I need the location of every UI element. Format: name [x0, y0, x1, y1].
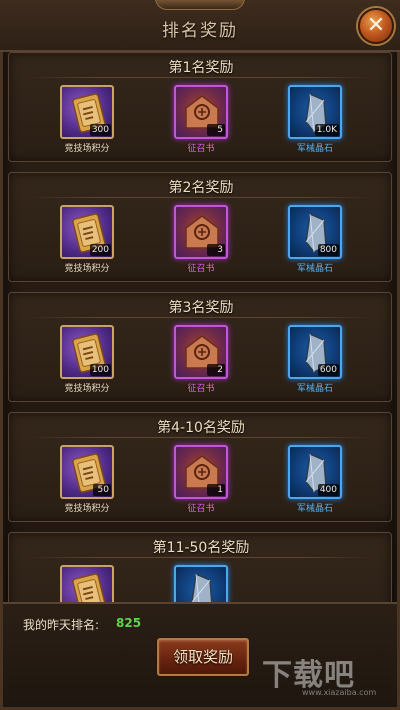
reward-item-slot: 600 — [288, 325, 342, 379]
section-divider — [29, 317, 373, 318]
rank-label: 我的昨天排名: — [23, 618, 100, 632]
section-divider — [29, 437, 373, 438]
reward-item-label: 征召书 — [187, 144, 215, 154]
section-title: 第3名奖励 — [168, 300, 234, 316]
reward-item[interactable]: 200 竞技场积分 — [42, 205, 132, 275]
reward-quantity: 3 — [207, 244, 225, 256]
reward-section: 第4-10名奖励 50 竞技场积分 1 征召书 400 军械晶石 — [8, 412, 392, 522]
reward-quantity: 2 — [207, 364, 225, 376]
reward-item[interactable]: 50 竞技场积分 — [42, 445, 132, 515]
reward-item[interactable]: 800 军械晶石 — [270, 205, 360, 275]
reward-item-slot: 1 — [174, 445, 228, 499]
reward-item-label: 征召书 — [187, 504, 215, 514]
section-divider — [29, 557, 373, 558]
reward-item-slot: 1.0K — [288, 85, 342, 139]
reward-item[interactable]: 1 征召书 — [156, 445, 246, 515]
reward-item[interactable]: 600 军械晶石 — [270, 325, 360, 395]
reward-item[interactable] — [156, 565, 246, 602]
reward-item-slot: 5 — [174, 85, 228, 139]
reward-quantity: 1 — [207, 484, 225, 496]
reward-quantity: 200 — [89, 244, 111, 256]
reward-item-label: 军械晶石 — [296, 384, 333, 394]
reward-item[interactable] — [42, 565, 132, 602]
reward-item-slot: 3 — [174, 205, 228, 259]
dialog-header: 排名奖励 — [0, 0, 400, 52]
reward-section: 第3名奖励 100 竞技场积分 2 征召书 600 军械晶石 — [8, 292, 392, 402]
reward-quantity: 5 — [207, 124, 225, 136]
reward-item-label: 军械晶石 — [296, 504, 333, 514]
dialog-title: 排名奖励 — [162, 21, 238, 41]
reward-item[interactable]: 5 征召书 — [156, 85, 246, 155]
watermark-url: www.xiazaiba.com — [302, 688, 377, 697]
reward-item-label: 竞技场积分 — [64, 264, 110, 274]
reward-item[interactable]: 2 征召书 — [156, 325, 246, 395]
reward-quantity: 400 — [317, 484, 339, 496]
reward-item[interactable]: 1.0K 军械晶石 — [270, 85, 360, 155]
reward-quantity: 300 — [89, 124, 111, 136]
section-divider — [29, 77, 373, 78]
reward-section: 第11-50名奖励 — [8, 532, 392, 602]
close-button[interactable]: ✕ — [358, 8, 394, 44]
section-title: 第2名奖励 — [168, 180, 234, 196]
reward-item-slot: 300 — [60, 85, 114, 139]
reward-item-slot — [174, 565, 228, 602]
reward-quantity: 1.0K — [314, 124, 339, 136]
reward-quantity: 50 — [93, 484, 111, 496]
header-ornament — [155, 0, 245, 10]
section-title: 第4-10名奖励 — [157, 420, 245, 436]
reward-item-label: 竞技场积分 — [64, 504, 110, 514]
reward-item-slot: 50 — [60, 445, 114, 499]
reward-item[interactable]: 300 竞技场积分 — [42, 85, 132, 155]
reward-quantity: 800 — [317, 244, 339, 256]
reward-quantity: 600 — [317, 364, 339, 376]
reward-list[interactable]: 第1名奖励 300 竞技场积分 5 征召书 1.0K 军械晶石 第2名奖励 200 竞技场积分 3 征… — [8, 50, 392, 602]
reward-item-slot: 100 — [60, 325, 114, 379]
reward-item-label: 军械晶石 — [296, 144, 333, 154]
reward-section: 第2名奖励 200 竞技场积分 3 征召书 800 军械晶石 — [8, 172, 392, 282]
reward-item[interactable]: 400 军械晶石 — [270, 445, 360, 515]
reward-item-slot: 400 — [288, 445, 342, 499]
reward-item[interactable]: 100 竞技场积分 — [42, 325, 132, 395]
watermark-logo: 下载吧 www.xiazaiba.com — [262, 650, 392, 706]
reward-item-label: 军械晶石 — [296, 264, 333, 274]
close-icon: ✕ — [366, 13, 386, 38]
section-title: 第11-50名奖励 — [152, 540, 250, 556]
reward-item-slot: 200 — [60, 205, 114, 259]
reward-item-slot — [60, 565, 114, 602]
reward-item-label: 竞技场积分 — [64, 144, 110, 154]
reward-item-label: 竞技场积分 — [64, 384, 110, 394]
claim-reward-button[interactable]: 领取奖励 — [157, 638, 249, 676]
section-title: 第1名奖励 — [168, 60, 234, 76]
reward-item[interactable]: 3 征召书 — [156, 205, 246, 275]
reward-item-label: 征召书 — [187, 264, 215, 274]
reward-item-slot: 800 — [288, 205, 342, 259]
reward-item-slot: 2 — [174, 325, 228, 379]
reward-quantity: 100 — [89, 364, 111, 376]
section-divider — [29, 197, 373, 198]
reward-section: 第1名奖励 300 竞技场积分 5 征召书 1.0K 军械晶石 — [8, 52, 392, 162]
reward-item-label: 征召书 — [187, 384, 215, 394]
rank-value: 825 — [116, 616, 142, 630]
